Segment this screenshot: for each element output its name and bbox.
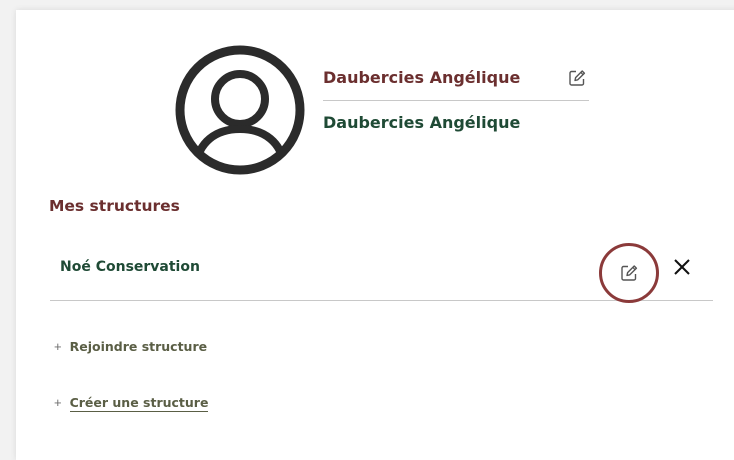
list-item: Noé Conservation (50, 242, 713, 304)
pencil-square-icon (621, 265, 638, 281)
create-structure-link[interactable]: + Créer une structure (54, 393, 209, 413)
user-circle-icon (173, 43, 307, 177)
profile-name-secondary: Daubercies Angélique (323, 113, 521, 132)
plus-icon: + (54, 395, 62, 410)
join-structure-label: Rejoindre structure (69, 339, 208, 354)
create-structure-label: Créer une structure (69, 395, 209, 412)
section-title: Mes structures (49, 197, 180, 215)
remove-structure-button[interactable] (672, 257, 692, 277)
pencil-square-icon (569, 70, 586, 86)
profile-name: Daubercies Angélique (323, 68, 521, 87)
name-row: Daubercies Angélique (323, 66, 589, 101)
edit-name-button[interactable] (567, 68, 587, 88)
profile-card: Daubercies Angélique Daubercies Angéliqu… (16, 10, 734, 460)
edit-structure-button[interactable] (598, 242, 660, 304)
close-icon (674, 259, 690, 275)
structure-name: Noé Conservation (60, 259, 200, 275)
plus-icon: + (54, 339, 62, 354)
join-structure-link[interactable]: + Rejoindre structure (54, 337, 207, 357)
highlight-ring (599, 243, 659, 303)
